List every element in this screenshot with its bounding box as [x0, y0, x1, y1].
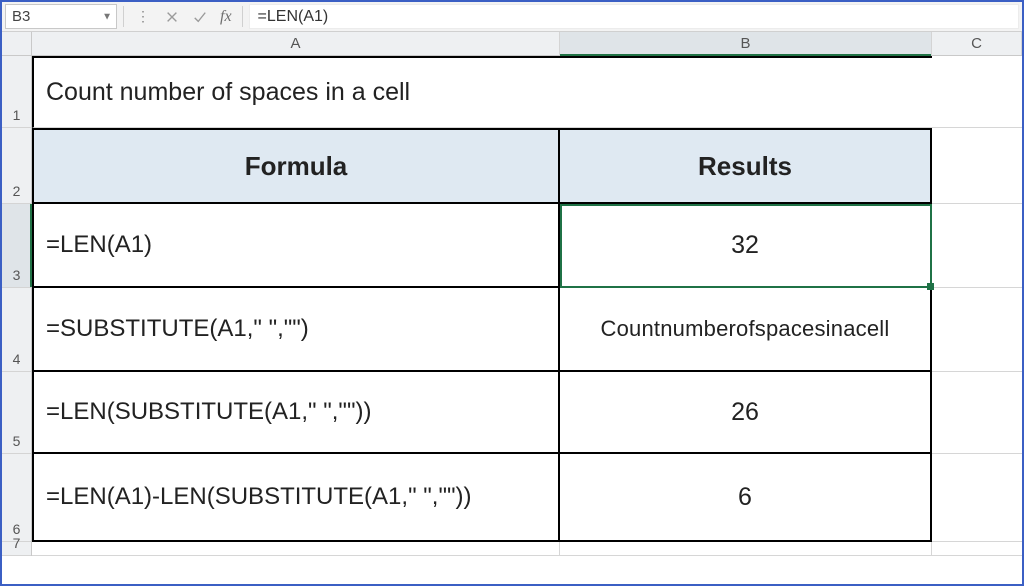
cell-B4-value: Countnumberofspacesinacell [601, 316, 890, 342]
column-headers: A B C [2, 32, 1022, 56]
cell-A4-value: =SUBSTITUTE(A1," ","") [46, 315, 309, 343]
grip-icon: ⋮ [128, 2, 158, 31]
row-header-3[interactable]: 3 [2, 204, 31, 288]
cell-A7[interactable] [32, 542, 560, 556]
cell-C5[interactable] [932, 372, 1022, 454]
cell-C6[interactable] [932, 454, 1022, 542]
separator [242, 6, 243, 27]
cell-A3[interactable]: =LEN(A1) [32, 204, 560, 288]
column-header-B[interactable]: B [560, 32, 932, 55]
cell-B5-value: 26 [731, 398, 759, 427]
row-header-5[interactable]: 5 [2, 372, 31, 454]
formula-input[interactable]: =LEN(A1) [249, 4, 1019, 29]
select-all-corner[interactable] [2, 32, 32, 55]
cell-B2[interactable]: Results [560, 128, 932, 204]
name-box[interactable]: B3 ▼ [5, 4, 117, 29]
cell-A5-value: =LEN(SUBSTITUTE(A1," ","")) [46, 398, 371, 426]
cell-A1[interactable]: Count number of spaces in a cell [32, 56, 932, 128]
formula-input-value: =LEN(A1) [258, 8, 329, 26]
enter-icon[interactable] [186, 2, 214, 31]
cell-B7[interactable] [560, 542, 932, 556]
cell-B6-value: 6 [738, 483, 752, 512]
separator [123, 6, 124, 27]
cell-C1[interactable] [932, 56, 1022, 128]
formula-bar: B3 ▼ ⋮ fx =LEN(A1) [2, 2, 1022, 32]
cell-C2[interactable] [932, 128, 1022, 204]
row-header-4[interactable]: 4 [2, 288, 31, 372]
column-header-C[interactable]: C [932, 32, 1022, 55]
cancel-icon[interactable] [158, 2, 186, 31]
spreadsheet-grid: A B C 1 2 3 4 5 6 7 Count number of spac… [2, 32, 1022, 556]
name-box-dropdown-icon[interactable]: ▼ [102, 11, 112, 22]
cell-B5[interactable]: 26 [560, 372, 932, 454]
cells-area: Count number of spaces in a cell Formula… [32, 56, 1022, 556]
row-header-6[interactable]: 6 [2, 454, 31, 542]
cell-C4[interactable] [932, 288, 1022, 372]
cell-A2[interactable]: Formula [32, 128, 560, 204]
cell-B2-value: Results [698, 151, 792, 182]
row-headers: 1 2 3 4 5 6 7 [2, 56, 32, 556]
cell-C3[interactable] [932, 204, 1022, 288]
cell-A4[interactable]: =SUBSTITUTE(A1," ","") [32, 288, 560, 372]
cell-C7[interactable] [932, 542, 1022, 556]
cell-B3[interactable]: 32 [560, 204, 932, 288]
row-header-1[interactable]: 1 [2, 56, 31, 128]
cell-A2-value: Formula [245, 151, 348, 182]
cell-B3-value: 32 [731, 231, 759, 260]
name-box-value: B3 [12, 8, 30, 25]
cell-A6[interactable]: =LEN(A1)-LEN(SUBSTITUTE(A1," ","")) [32, 454, 560, 542]
cell-A5[interactable]: =LEN(SUBSTITUTE(A1," ","")) [32, 372, 560, 454]
row-header-2[interactable]: 2 [2, 128, 31, 204]
column-header-A[interactable]: A [32, 32, 560, 55]
cell-B6[interactable]: 6 [560, 454, 932, 542]
cell-A6-value: =LEN(A1)-LEN(SUBSTITUTE(A1," ","")) [46, 483, 471, 511]
cell-A3-value: =LEN(A1) [46, 231, 152, 259]
cell-B4[interactable]: Countnumberofspacesinacell [560, 288, 932, 372]
fx-icon[interactable]: fx [214, 2, 238, 31]
cell-A1-value: Count number of spaces in a cell [46, 78, 410, 107]
row-header-7[interactable]: 7 [2, 542, 31, 556]
